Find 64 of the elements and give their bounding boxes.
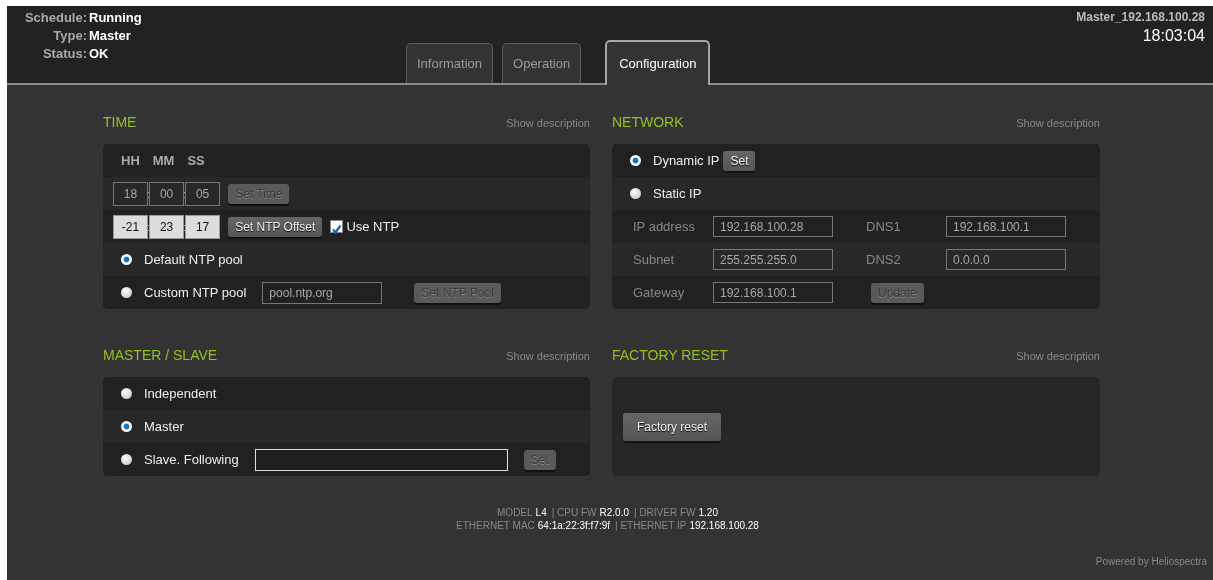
info-value: 192.168.100.28 <box>689 520 759 531</box>
radio-button[interactable] <box>630 188 641 199</box>
radio-label: Custom NTP pool <box>144 285 247 300</box>
checkbox-label: Use NTP <box>346 219 400 234</box>
radio-button[interactable] <box>121 421 132 432</box>
radio-button[interactable] <box>630 155 641 166</box>
section-title: TIME <box>103 114 137 130</box>
status-value: Running <box>89 10 143 25</box>
section-title: FACTORY RESET <box>612 347 728 363</box>
info-label: | DRIVER FW <box>634 507 696 518</box>
field-label: Subnet <box>633 252 676 267</box>
separator: : <box>183 187 187 200</box>
time-field[interactable]: 17 <box>185 214 221 239</box>
button[interactable]: Set <box>723 150 756 171</box>
separator: : <box>147 187 151 200</box>
info-label: MODEL <box>497 507 533 518</box>
radio-button[interactable] <box>121 454 132 465</box>
column-label: HH <box>121 153 140 168</box>
show-description-link[interactable]: Show description <box>506 117 590 129</box>
checkbox[interactable] <box>330 220 344 233</box>
clock: 18:03:04 <box>1141 27 1205 45</box>
time-field[interactable]: -21 <box>113 214 148 239</box>
status-value: Master <box>89 28 132 43</box>
info-value: 1.20 <box>698 507 718 518</box>
radio-label: Slave. Following <box>144 452 239 467</box>
radio-label: Default NTP pool <box>144 252 243 267</box>
info-label: ETHERNET MAC <box>456 520 535 531</box>
radio-label: Dynamic IP <box>653 153 720 168</box>
button[interactable]: Factory reset <box>623 412 722 441</box>
show-description-link[interactable]: Show description <box>506 350 590 362</box>
tab[interactable]: Information <box>406 43 494 83</box>
field-label: Gateway <box>633 285 686 300</box>
section-title: MASTER / SLAVE <box>103 347 218 363</box>
column-label: SS <box>187 153 205 168</box>
show-description-link[interactable]: Show description <box>1016 117 1100 129</box>
show-description-link[interactable]: Show description <box>1016 350 1100 362</box>
separator: : <box>147 220 151 233</box>
radio-button[interactable] <box>121 254 132 265</box>
radio-label: Static IP <box>653 186 702 201</box>
status-label: Schedule: <box>23 10 88 25</box>
radio-button[interactable] <box>121 388 132 399</box>
info-label: | ETHERNET IP <box>615 520 687 531</box>
status-label: Type: <box>52 28 88 43</box>
field-label: DNS1 <box>866 219 902 234</box>
section-title: NETWORK <box>612 114 684 130</box>
column-label: MM <box>152 153 175 168</box>
info-label: | CPU FW <box>551 507 597 518</box>
status-label: Status: <box>41 46 88 61</box>
powered-by: Powered by Heliospectra <box>1094 556 1208 567</box>
device-name: Master_192.168.100.28 <box>1076 10 1205 24</box>
radio-label: Master <box>144 419 184 434</box>
field-label: DNS2 <box>866 252 902 267</box>
radio-label: Independent <box>144 386 217 401</box>
info-value: L4 <box>535 507 547 518</box>
tab[interactable]: Operation <box>502 43 582 83</box>
field-label: IP address <box>633 219 696 234</box>
input-field[interactable] <box>254 448 508 471</box>
status-value: OK <box>89 46 110 61</box>
radio-button[interactable] <box>121 287 132 298</box>
tab[interactable]: Configuration <box>605 40 711 85</box>
button[interactable]: Set NTP Offset <box>228 216 323 237</box>
info-value: 64:1a:22:3f:f7:9f <box>537 520 611 531</box>
info-value: R2.0.0 <box>599 507 629 518</box>
separator: : <box>183 220 187 233</box>
